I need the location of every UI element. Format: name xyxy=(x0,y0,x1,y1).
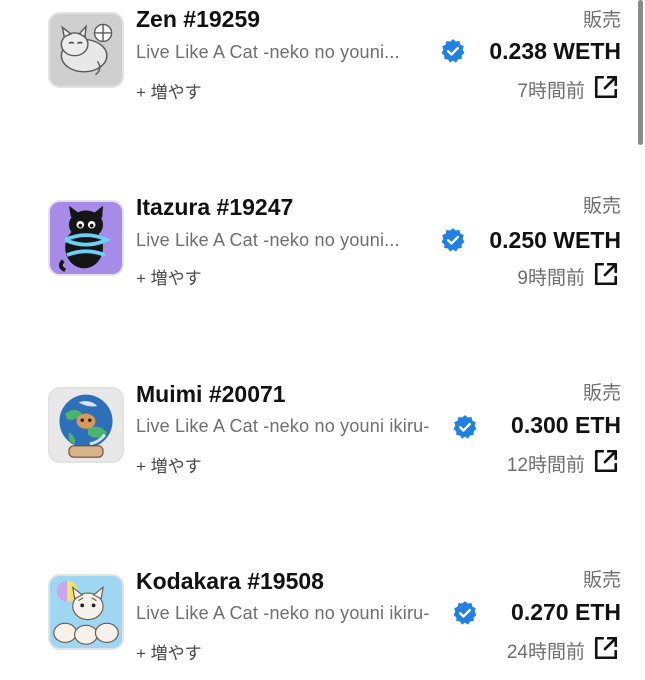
nft-thumbnail[interactable] xyxy=(48,387,124,463)
verified-badge-icon xyxy=(453,415,477,439)
nft-name[interactable]: Muimi #20071 xyxy=(136,381,286,408)
nft-name[interactable]: Kodakara #19508 xyxy=(136,568,324,595)
nft-thumbnail[interactable] xyxy=(48,574,124,650)
list-item[interactable]: Zen #19259 Live Like A Cat -neko no youn… xyxy=(0,0,645,110)
verified-badge-icon xyxy=(441,228,465,252)
nft-name[interactable]: Itazura #19247 xyxy=(136,194,293,221)
external-link-icon[interactable] xyxy=(593,635,619,661)
add-more-button[interactable]: + 増やす xyxy=(136,639,202,664)
list-item[interactable]: Muimi #20071 Live Like A Cat -neko no yo… xyxy=(0,375,645,485)
list-item[interactable]: Kodakara #19508 Live Like A Cat -neko no… xyxy=(0,562,645,672)
event-type: 販売 xyxy=(582,570,621,591)
add-more-button[interactable]: + 増やす xyxy=(136,452,202,477)
collection-name[interactable]: Live Like A Cat -neko no youni... xyxy=(136,230,400,251)
verified-badge-icon xyxy=(453,601,477,625)
price: 0.238 WETH xyxy=(489,38,621,64)
add-more-button[interactable]: + 増やす xyxy=(136,264,202,289)
nft-name[interactable]: Zen #19259 xyxy=(136,6,260,33)
external-link-icon[interactable] xyxy=(593,448,619,474)
nft-thumbnail[interactable] xyxy=(48,200,124,276)
time-ago: 24時間前 xyxy=(506,642,585,663)
collection-name[interactable]: Live Like A Cat -neko no youni ikiru- xyxy=(136,416,430,437)
event-type: 販売 xyxy=(582,383,621,404)
event-type: 販売 xyxy=(582,10,621,31)
time-ago: 9時間前 xyxy=(517,268,585,289)
price: 0.270 ETH xyxy=(511,599,621,625)
verified-badge-icon xyxy=(441,39,465,63)
list-item[interactable]: Itazura #19247 Live Like A Cat -neko no … xyxy=(0,188,645,298)
nft-thumbnail[interactable] xyxy=(48,12,124,88)
time-ago: 12時間前 xyxy=(506,455,585,476)
external-link-icon[interactable] xyxy=(593,74,619,100)
collection-name[interactable]: Live Like A Cat -neko no youni ikiru- xyxy=(136,603,430,624)
activity-list: Zen #19259 Live Like A Cat -neko no youn… xyxy=(0,0,645,680)
time-ago: 7時間前 xyxy=(517,81,585,102)
collection-name[interactable]: Live Like A Cat -neko no youni... xyxy=(136,42,400,63)
price: 0.250 WETH xyxy=(489,227,621,253)
event-type: 販売 xyxy=(582,196,621,217)
add-more-button[interactable]: + 増やす xyxy=(136,78,202,103)
external-link-icon[interactable] xyxy=(593,261,619,287)
price: 0.300 ETH xyxy=(511,412,621,438)
